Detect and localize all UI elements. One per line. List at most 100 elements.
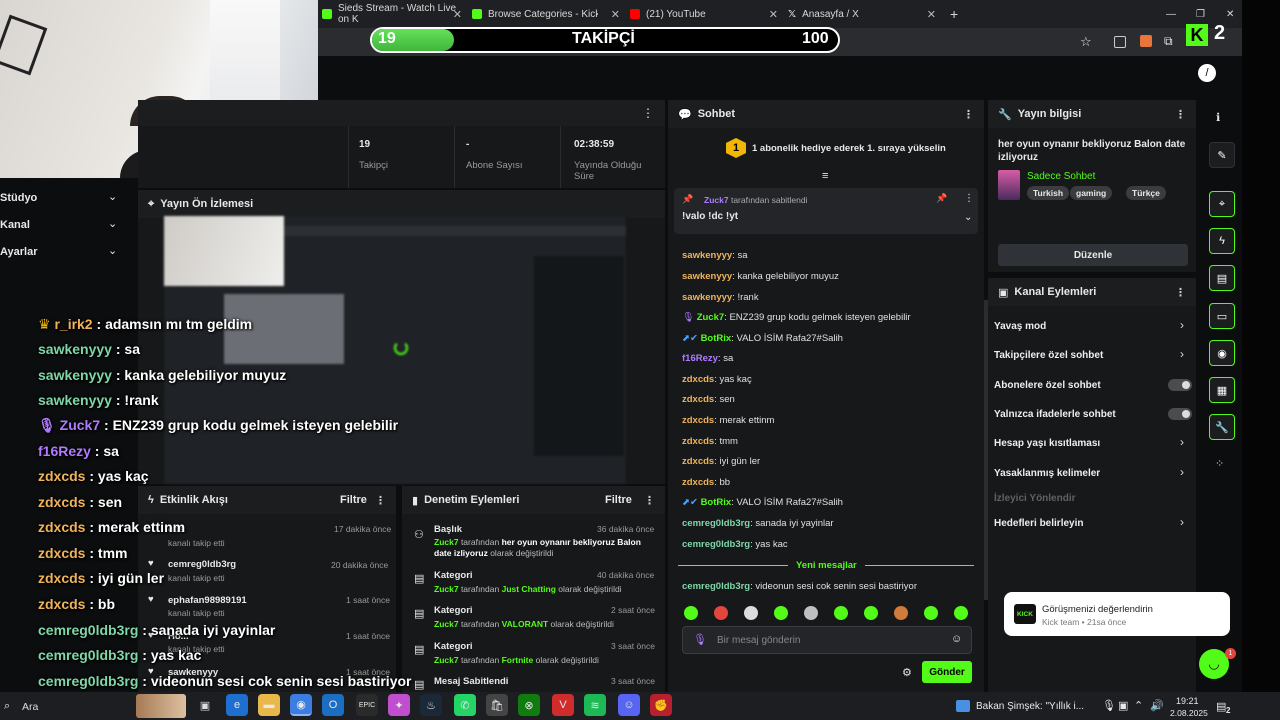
whatsapp-icon[interactable]: ✆ (454, 694, 476, 716)
chat-icon[interactable]: ▭ (1209, 303, 1235, 329)
new-tab-button[interactable]: + (946, 4, 966, 24)
discord-icon[interactable]: ☺ (618, 694, 640, 716)
chat-user[interactable]: cemreg0ldb3rg (682, 518, 750, 529)
broadcast-icon[interactable]: ◉ (1209, 340, 1235, 366)
taskbar-news[interactable]: Bakan Şimşek: "Yıllık i... (976, 701, 1084, 712)
chevron-right-icon[interactable]: › (1180, 318, 1184, 332)
qr-icon[interactable] (1114, 36, 1126, 48)
chrome-icon[interactable]: ◉ (290, 694, 312, 716)
edit-pen-icon[interactable]: / (1198, 64, 1216, 82)
emote-icon[interactable] (924, 606, 938, 620)
chat-user[interactable]: zdxcds (682, 374, 714, 385)
outlook-icon[interactable]: O (322, 694, 344, 716)
chevron-down-icon[interactable]: ⌄ (108, 217, 117, 230)
chevron-down-icon[interactable]: ⌄ (964, 212, 972, 223)
rate-conversation-toast[interactable]: KICK Görüşmenizi değerlendirin Kick team… (1004, 592, 1230, 636)
chat-user[interactable]: BotRix (701, 497, 732, 508)
chat-user[interactable]: zdxcds (682, 394, 714, 405)
chat-user[interactable]: sawkenyyy (682, 292, 732, 303)
chat-input[interactable]: 🎙 Bir mesaj gönderin ☺ (682, 626, 972, 654)
emote-only-toggle[interactable] (1168, 408, 1192, 420)
side-menu-studio[interactable]: Stüdyo (0, 192, 37, 204)
side-menu-settings[interactable]: Ayarlar (0, 246, 38, 258)
store-icon[interactable]: 🛍 (486, 694, 508, 716)
emote-icon[interactable] (804, 606, 818, 620)
chevron-right-icon[interactable]: › (1180, 435, 1184, 449)
emote-icon[interactable] (864, 606, 878, 620)
subscribers-only-toggle[interactable] (1168, 379, 1192, 391)
chat-menu-icon[interactable]: ⋮ (963, 108, 974, 121)
taskbar-time[interactable]: 19:21 (1176, 696, 1199, 706)
file-explorer-icon[interactable]: ▬ (258, 694, 280, 716)
camera-icon[interactable]: ▣ (1118, 699, 1128, 712)
preview-video[interactable] (164, 216, 626, 484)
steam-icon[interactable]: ♨ (420, 694, 442, 716)
moderation-menu-icon[interactable]: ⋮ (644, 494, 655, 507)
edge-icon[interactable]: e (226, 694, 248, 716)
moderation-filter-button[interactable]: Filtre (605, 494, 632, 506)
notification-icon[interactable]: ▤ (1216, 700, 1226, 713)
search-icon[interactable]: ⌕ (4, 700, 10, 713)
restore-icon[interactable]: ❐ (1192, 4, 1212, 24)
chat-user[interactable]: cemreg0ldb3rg (682, 539, 750, 550)
channel-actions-menu-icon[interactable]: ⋮ (1175, 286, 1186, 299)
copilot-icon[interactable]: ✦ (388, 694, 410, 716)
emote-icon[interactable] (714, 606, 728, 620)
layout-icon[interactable]: ▦ (1209, 377, 1235, 403)
stream-category[interactable]: Sadece Sohbet (1027, 171, 1095, 182)
close-tab-icon[interactable]: ✕ (769, 8, 778, 21)
task-view-icon[interactable]: ▣ (194, 694, 216, 716)
chat-user[interactable]: zdxcds (682, 477, 714, 488)
chat-user[interactable]: f16Rezy (682, 353, 718, 364)
bookmark-star-icon[interactable]: ☆ (1080, 34, 1092, 50)
chat-user[interactable]: BotRix (701, 333, 732, 344)
chat-user[interactable]: zdxcds (682, 415, 714, 426)
action-followers-only[interactable]: Takipçilere özel sohbet (994, 350, 1103, 361)
activity-menu-icon[interactable]: ⋮ (375, 494, 386, 507)
new-messages-label[interactable]: Yeni mesajlar (788, 560, 865, 571)
riot-client-icon[interactable]: ✊ (650, 694, 672, 716)
taskbar-search[interactable]: Ara (22, 701, 38, 713)
pencil-icon[interactable]: ✎ (1209, 142, 1235, 168)
chat-user[interactable]: zdxcds (682, 436, 714, 447)
extension-icon[interactable] (1140, 35, 1152, 47)
chat-user[interactable]: zdxcds (682, 456, 714, 467)
chevron-right-icon[interactable]: › (1180, 515, 1184, 529)
tab-browse-categories[interactable]: Browse Categories - Kick Stream ✕ (468, 4, 626, 24)
mic-icon[interactable]: 🎙 (1102, 699, 1116, 712)
activity-filter-button[interactable]: Filtre (340, 494, 367, 506)
close-tab-icon[interactable]: ✕ (611, 8, 620, 21)
emoji-icon[interactable]: ☺ (951, 633, 962, 645)
taskbar-date[interactable]: 2.08.2025 (1170, 708, 1208, 718)
gift-banner[interactable]: 1 abonelik hediye ederek 1. sıraya yükse… (752, 143, 946, 154)
emote-icon[interactable] (684, 606, 698, 620)
bolt-icon[interactable]: ϟ (1209, 228, 1235, 254)
spotify-icon[interactable]: ≋ (584, 694, 606, 716)
chat-user[interactable]: sawkenyyy (682, 271, 732, 282)
preview-eye-icon[interactable]: ⌖ (1209, 191, 1235, 217)
tab-x[interactable]: 𝕏 Anasayfa / X ✕ (784, 4, 942, 24)
collapse-icon[interactable]: ≡ (822, 170, 828, 182)
chat-user[interactable]: cemreg0ldb3rg (682, 581, 750, 592)
document-icon[interactable]: ▤ (1209, 265, 1235, 291)
action-slow-mode[interactable]: Yavaş mod (994, 321, 1046, 332)
edit-button[interactable]: Düzenle (998, 244, 1188, 266)
stats-menu-icon[interactable]: ⋮ (642, 106, 654, 120)
emote-icon[interactable] (834, 606, 848, 620)
tab-youtube[interactable]: (21) YouTube ✕ (626, 4, 784, 24)
emote-icon[interactable] (954, 606, 968, 620)
action-emote-only[interactable]: Yalnızca ifadelerle sohbet (994, 409, 1116, 420)
info-icon[interactable]: ℹ (1216, 111, 1220, 124)
chat-user[interactable]: Zuck7 (697, 312, 724, 323)
action-account-age[interactable]: Hesap yaşı kısıtlaması (994, 438, 1100, 449)
emote-icon[interactable] (744, 606, 758, 620)
chevron-down-icon[interactable]: ⌄ (108, 190, 117, 203)
close-tab-icon[interactable]: ✕ (927, 8, 936, 21)
emote-icon[interactable] (894, 606, 908, 620)
chevron-right-icon[interactable]: › (1180, 347, 1184, 361)
volume-icon[interactable]: 🔊 (1150, 699, 1164, 712)
tray-chevron-icon[interactable]: ⌃ (1134, 699, 1143, 712)
action-banned-words[interactable]: Yasaklanmış kelimeler (994, 468, 1100, 479)
stream-info-menu-icon[interactable]: ⋮ (1175, 108, 1186, 121)
epic-games-icon[interactable]: EPIC (356, 694, 378, 716)
